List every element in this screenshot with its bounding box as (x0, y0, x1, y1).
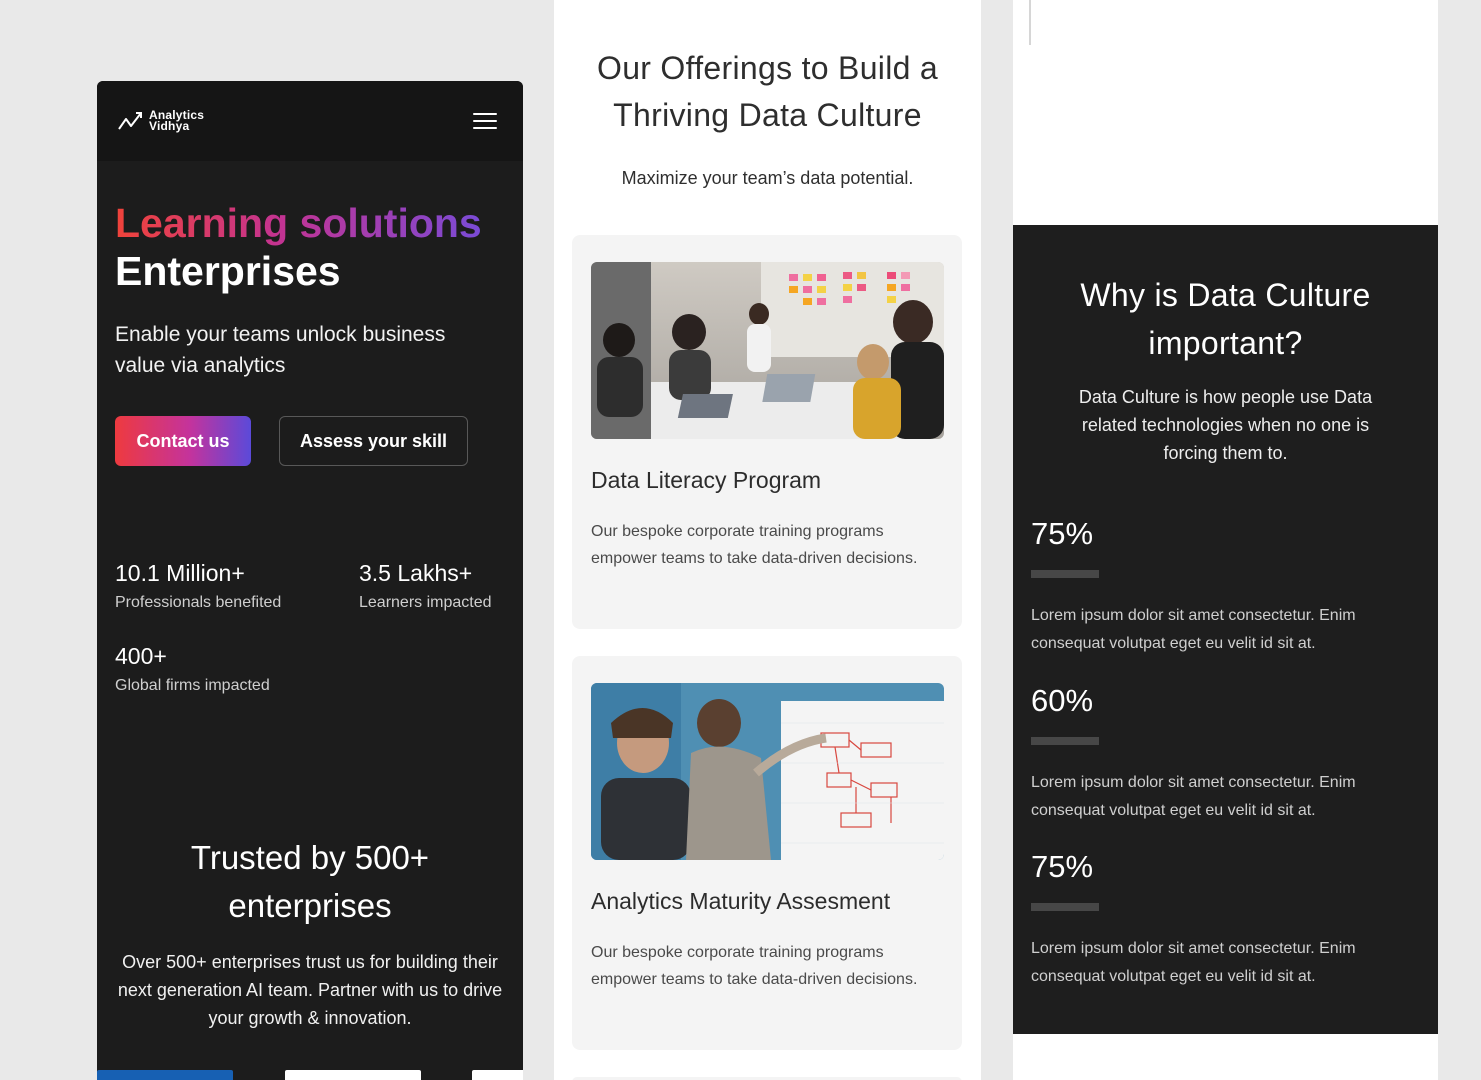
hero-title-gradient: Learning solutions (115, 200, 482, 246)
contact-us-button[interactable]: Contact us (115, 416, 251, 466)
metric-description: Lorem ipsum dolor sit amet consectetur. … (1031, 774, 1356, 819)
card-title: Data Literacy Program (591, 467, 822, 493)
metric-value: 60% (1031, 683, 1094, 718)
stat-item: 10.1 Million+ Professionals benefited (115, 558, 359, 615)
metric-bar (1031, 737, 1099, 745)
stat-item: 400+ Global firms impacted (115, 641, 359, 698)
stat-label: Professionals benefited (115, 594, 282, 611)
stat-label: Learners impacted (359, 594, 492, 611)
metric-description: Lorem ipsum dolor sit amet consectetur. … (1031, 940, 1356, 985)
client-logo-tile (472, 1070, 523, 1080)
offerings-subtitle: Maximize your team’s data potential. (621, 168, 914, 188)
metric-bar (1031, 903, 1099, 911)
whiteboard-photo (591, 683, 944, 860)
data-culture-intro: Data Culture is how people use Data rela… (1078, 387, 1373, 463)
trusted-title: Trusted by 500+ enterprises (190, 839, 430, 924)
team-meeting-photo (591, 262, 944, 439)
hero-subtitle: Enable your teams unlock business value … (115, 323, 446, 377)
offering-card[interactable]: Analytics Maturity Assesment Our bespoke… (572, 656, 962, 1050)
metric-item: 60% Lorem ipsum dolor sit amet consectet… (1031, 683, 1411, 825)
metric-bar (1031, 570, 1099, 578)
stats-grid: 10.1 Million+ Professionals benefited 3.… (115, 558, 505, 698)
assess-skill-button[interactable]: Assess your skill (279, 416, 468, 466)
data-culture-title: Why is Data Culture important? (1080, 277, 1371, 361)
offering-card[interactable]: Data Literacy Program Our bespoke corpor… (572, 235, 962, 629)
client-logo-tile (285, 1070, 421, 1080)
metric-value: 75% (1031, 516, 1094, 551)
trusted-section: Trusted by 500+ enterprises Over 500+ en… (97, 834, 523, 1032)
divider (1029, 0, 1031, 45)
logo-mark-icon (118, 112, 142, 130)
analytics-vidhya-logo[interactable]: Analytics Vidhya (117, 109, 204, 133)
stat-value: 10.1 Million+ (115, 560, 245, 586)
logo-text: Analytics Vidhya (149, 109, 204, 133)
stat-value: 400+ (115, 643, 167, 669)
hero-buttons: Contact us Assess your skill (115, 416, 505, 466)
card-description: Our bespoke corporate training programs … (591, 523, 918, 567)
hamburger-menu-icon[interactable] (473, 112, 497, 130)
metric-item: 75% Lorem ipsum dolor sit amet consectet… (1031, 516, 1411, 658)
data-culture-panel: Why is Data Culture important? Data Cult… (1013, 0, 1438, 1080)
navbar: Analytics Vidhya (97, 81, 523, 161)
hero-section: Learning solutions Enterprises Enable yo… (97, 161, 523, 698)
hero-title: Enterprises (115, 248, 341, 294)
stat-item: 3.5 Lakhs+ Learners impacted (359, 558, 523, 615)
data-culture-section: Why is Data Culture important? Data Cult… (1013, 225, 1438, 1034)
offerings-panel: Our Offerings to Build a Thriving Data C… (554, 0, 981, 1080)
stat-value: 3.5 Lakhs+ (359, 560, 473, 586)
client-logo-tile (97, 1070, 233, 1080)
client-logos-strip (97, 1070, 523, 1080)
offerings-title: Our Offerings to Build a Thriving Data C… (597, 50, 938, 133)
card-title: Analytics Maturity Assesment (591, 888, 891, 914)
mobile-hero-panel: Analytics Vidhya Learning solutions Ente… (97, 81, 523, 1080)
metric-value: 75% (1031, 849, 1094, 884)
metric-description: Lorem ipsum dolor sit amet consectetur. … (1031, 607, 1356, 652)
card-description: Our bespoke corporate training programs … (591, 944, 918, 988)
stat-label: Global firms impacted (115, 677, 270, 694)
metric-item: 75% Lorem ipsum dolor sit amet consectet… (1031, 849, 1411, 991)
trusted-text: Over 500+ enterprises trust us for build… (117, 952, 503, 1028)
logo-line-2: Vidhya (149, 119, 190, 133)
